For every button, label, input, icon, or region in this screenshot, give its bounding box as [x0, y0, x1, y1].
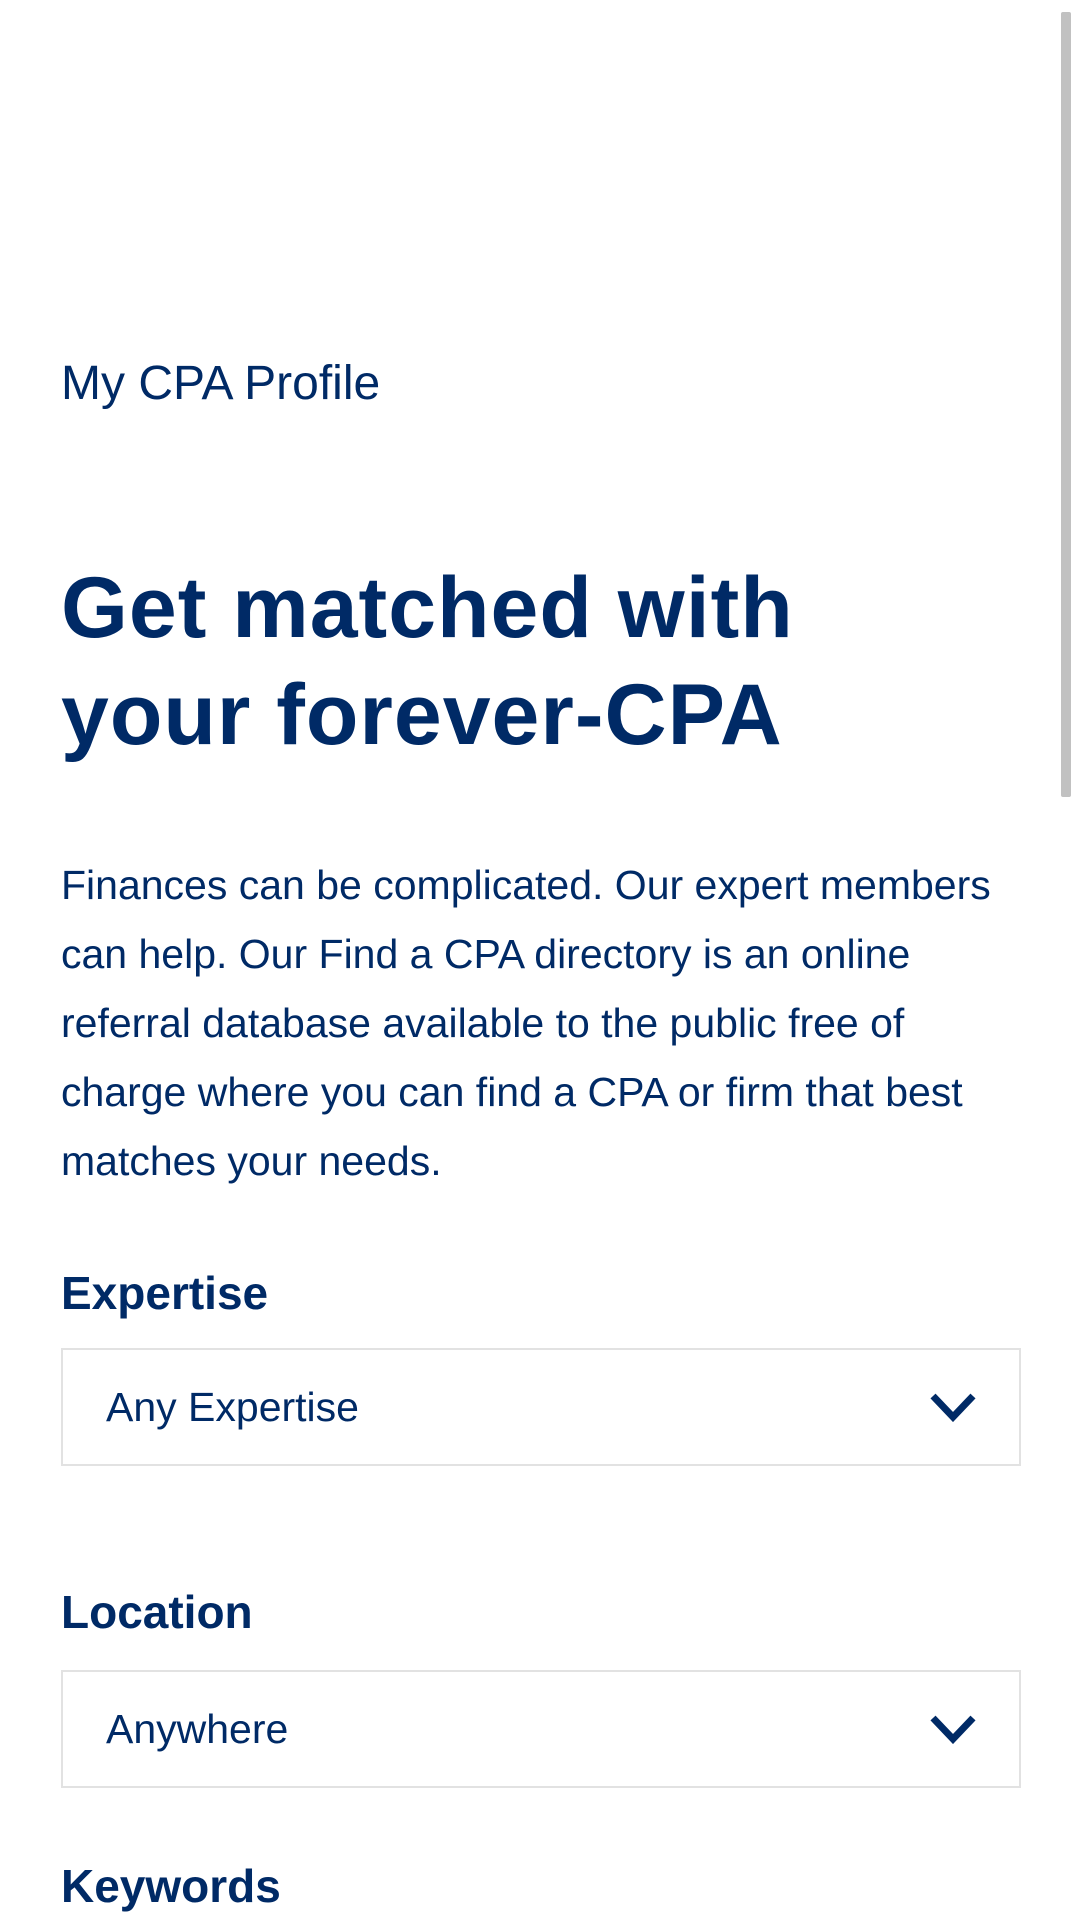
expertise-selected-value: Any Expertise	[106, 1383, 359, 1430]
expertise-label: Expertise	[61, 1267, 269, 1319]
my-cpa-profile-link[interactable]: My CPA Profile	[61, 354, 380, 414]
location-selected-value: Anywhere	[106, 1705, 289, 1752]
location-label: Location	[61, 1586, 253, 1638]
chevron-down-icon	[930, 1393, 976, 1422]
keywords-label: Keywords	[61, 1860, 281, 1912]
page-headline: Get matched with your forever-CPA	[61, 555, 794, 769]
headline-line-2: your forever-CPA	[61, 667, 783, 763]
scrollbar[interactable]	[1061, 12, 1071, 797]
expertise-select[interactable]: Any Expertise	[61, 1348, 1021, 1466]
location-select[interactable]: Anywhere	[61, 1670, 1021, 1788]
intro-paragraph: Finances can be complicated. Our expert …	[61, 862, 991, 1184]
chevron-down-icon	[930, 1715, 976, 1744]
headline-line-1: Get matched with	[61, 560, 794, 656]
